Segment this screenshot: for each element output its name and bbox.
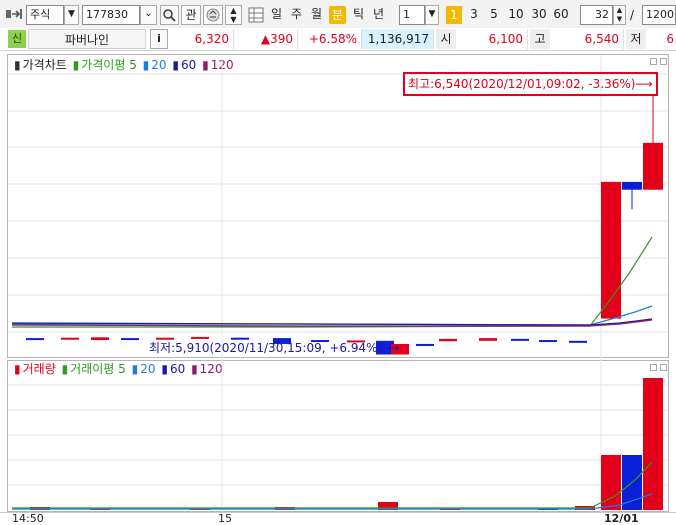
price-candle — [511, 338, 529, 341]
price-candle — [479, 338, 497, 341]
price-candle — [643, 142, 663, 190]
volume-bar — [643, 378, 663, 510]
price-ma5-line — [12, 236, 653, 328]
x-tick-label: 14:50 — [12, 512, 44, 525]
price-candle — [121, 338, 139, 341]
x-tick-label: 15 — [218, 512, 232, 525]
price-candle — [439, 338, 457, 342]
price-candle — [26, 338, 44, 341]
price-candle — [91, 337, 109, 341]
price-candle — [539, 340, 557, 343]
price-candle — [191, 336, 209, 339]
price-ma20-line — [12, 305, 653, 326]
price-candle — [622, 181, 642, 190]
high-annotation: 최고:6,540(2020/12/01,09:02, -3.36%)⟶ — [408, 77, 653, 91]
low-annotation: 최저:5,910(2020/11/30,15:09, +6.94%)⟶ — [149, 341, 400, 355]
x-tick-label: 12/01 — [604, 512, 639, 525]
price-candle — [61, 337, 79, 340]
price-candle — [569, 340, 587, 343]
volume-ma20-line — [12, 493, 653, 510]
price-candle — [416, 343, 434, 346]
x-axis — [0, 512, 676, 525]
